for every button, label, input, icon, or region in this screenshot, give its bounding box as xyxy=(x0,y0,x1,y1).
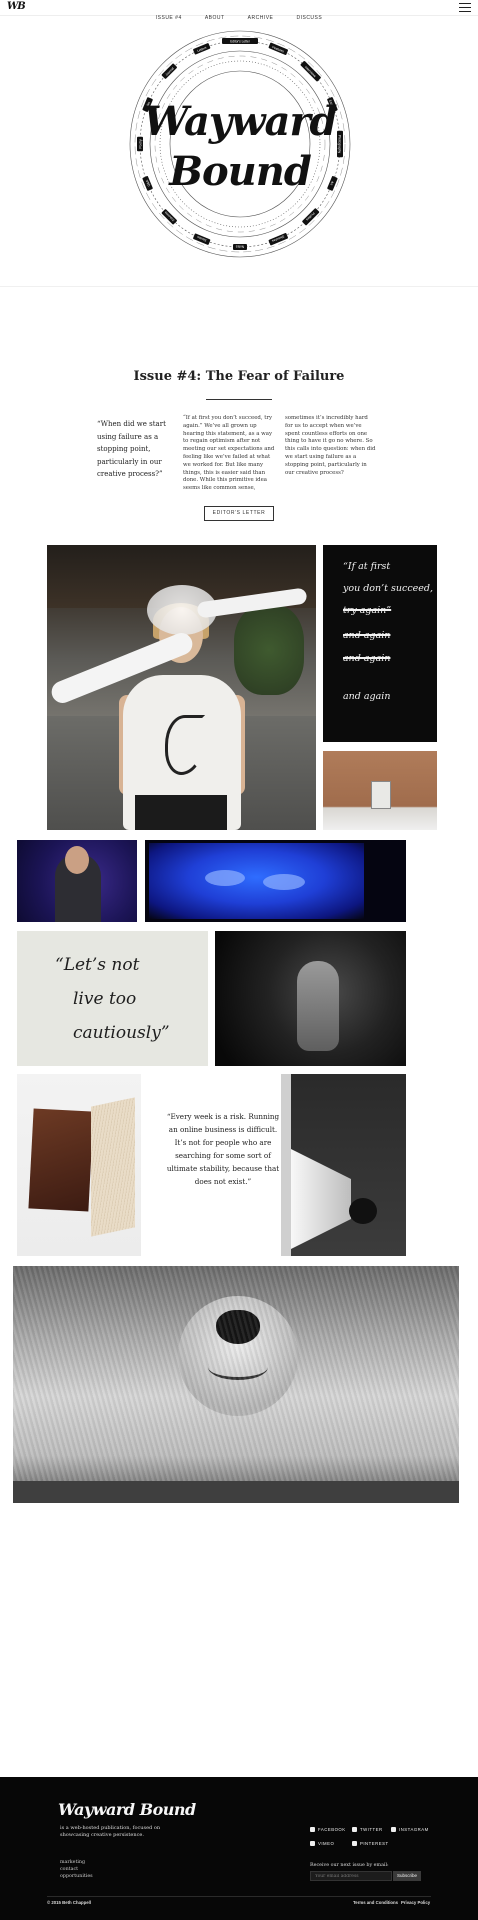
hero-title-bound: Bound xyxy=(169,148,312,195)
card-lets-not-live-too-cautiously[interactable]: “Let’s not live too cautiously” xyxy=(17,931,208,1066)
pinterest-icon xyxy=(352,1841,357,1846)
ring-tag[interactable]: Profiles xyxy=(302,208,320,226)
twitter-icon xyxy=(352,1827,357,1832)
intro-column-1: “If at first you don’t succeed, try agai… xyxy=(183,415,275,492)
photo-woman-paint-splash[interactable] xyxy=(47,545,316,830)
privacy-link[interactable]: Privacy Policy xyxy=(401,1900,430,1905)
hero-title-wayward: Wayward xyxy=(143,98,338,145)
ring-tag[interactable]: Notes xyxy=(233,244,247,250)
pull-quote: “When did we start using failure as a st… xyxy=(97,420,166,478)
site-footer: Wayward Bound is a web-hosted publicatio… xyxy=(0,1777,478,1920)
ring-tag-label: Features xyxy=(272,45,286,54)
issue-title: Issue #4: The Fear of Failure xyxy=(133,369,345,384)
gallery-quote: “Every week is a risk. Running an online… xyxy=(166,1112,280,1186)
social-facebook[interactable]: FACEBOOK xyxy=(310,1827,346,1832)
ring-tag[interactable]: Editor's Letter xyxy=(222,38,258,44)
subscribe-button[interactable]: Subscribe xyxy=(393,1871,421,1881)
footer-rule xyxy=(47,1896,431,1897)
ring-tag[interactable]: Features xyxy=(268,42,289,55)
ring-tag-label: Notes xyxy=(235,245,244,249)
footer-description: is a web-hosted publication, focused on … xyxy=(60,1825,161,1838)
top-navigation-bar: WB ISSUE #4 ABOUT ARCHIVE DISCUSS xyxy=(0,0,478,21)
card-line: live too xyxy=(73,989,137,1009)
editors-letter-button[interactable]: EDITOR'S LETTER xyxy=(204,506,274,521)
footer-link-opportunities[interactable]: opportunities xyxy=(60,1873,93,1880)
card-if-at-first[interactable]: “If at first you don’t succeed, try agai… xyxy=(323,545,437,742)
card-line: and again xyxy=(343,630,391,641)
card-line: try again” xyxy=(343,605,392,616)
card-line: cautiously” xyxy=(73,1023,170,1043)
card-line: “If at first xyxy=(343,561,391,572)
social-pinterest[interactable]: PINTEREST xyxy=(352,1841,389,1846)
title-rule xyxy=(206,399,272,400)
hero-wheel: Editor's Letter Features Interviews Essays P… xyxy=(128,28,352,260)
copyright: © 2015 Beth Chappell xyxy=(47,1900,91,1905)
photo-open-book[interactable] xyxy=(17,1074,141,1256)
photo-hand-dark[interactable] xyxy=(215,931,406,1066)
nav-item-discuss[interactable]: DISCUSS xyxy=(296,15,322,21)
terms-link[interactable]: Terms and Conditions xyxy=(353,1900,398,1905)
subscribe-label: Receive our next issue by email: xyxy=(310,1863,389,1868)
ring-tag-label: Editor's Letter xyxy=(230,40,251,44)
facebook-icon xyxy=(310,1827,315,1832)
nav-item-archive[interactable]: ARCHIVE xyxy=(248,15,274,21)
footer-link-contact[interactable]: contact xyxy=(60,1866,93,1873)
subscribe-email-input[interactable] xyxy=(310,1871,392,1881)
ring-tag[interactable]: Stories xyxy=(193,233,211,245)
section-divider xyxy=(0,286,478,287)
nav-item-issue[interactable]: ISSUE #4 xyxy=(156,15,182,21)
card-line: and again xyxy=(343,653,391,664)
card-line: you don’t succeed, xyxy=(343,583,433,594)
social-instagram[interactable]: INSTAGRAM xyxy=(391,1827,429,1832)
main-nav: ISSUE #4 ABOUT ARCHIVE DISCUSS xyxy=(0,4,478,23)
photo-brick-door[interactable] xyxy=(323,751,437,830)
photo-blue-incubator[interactable] xyxy=(145,840,406,922)
ring-tag[interactable]: Columns xyxy=(161,209,177,225)
social-vimeo[interactable]: VIMEO xyxy=(310,1841,334,1846)
ring-tag-label: Columns xyxy=(164,210,176,222)
card-line: and again xyxy=(343,691,391,702)
photo-fox-closeup[interactable] xyxy=(13,1266,459,1503)
ring-tag-label: Sketches xyxy=(271,234,285,243)
card-line: “Let’s not xyxy=(55,955,140,975)
footer-logo[interactable]: Wayward Bound xyxy=(58,1800,196,1819)
ring-tag[interactable]: Letters xyxy=(193,43,211,55)
instagram-icon xyxy=(391,1827,396,1832)
ring-tag[interactable]: Journal xyxy=(161,63,177,79)
ring-tag[interactable]: Sketches xyxy=(268,233,289,246)
photo-speaker-stage[interactable] xyxy=(17,840,137,922)
footer-links: marketing contact opportunities xyxy=(60,1859,93,1880)
footer-link-marketing[interactable]: marketing xyxy=(60,1859,93,1866)
vimeo-icon xyxy=(310,1841,315,1846)
menu-icon[interactable] xyxy=(459,3,471,12)
nav-item-about[interactable]: ABOUT xyxy=(205,15,225,21)
social-twitter[interactable]: TWITTER xyxy=(352,1827,383,1832)
photo-light-room[interactable] xyxy=(281,1074,406,1256)
ring-tag[interactable]: Interviews xyxy=(300,61,321,82)
intro-column-2: sometimes it’s incredibly hard for us to… xyxy=(285,415,376,476)
